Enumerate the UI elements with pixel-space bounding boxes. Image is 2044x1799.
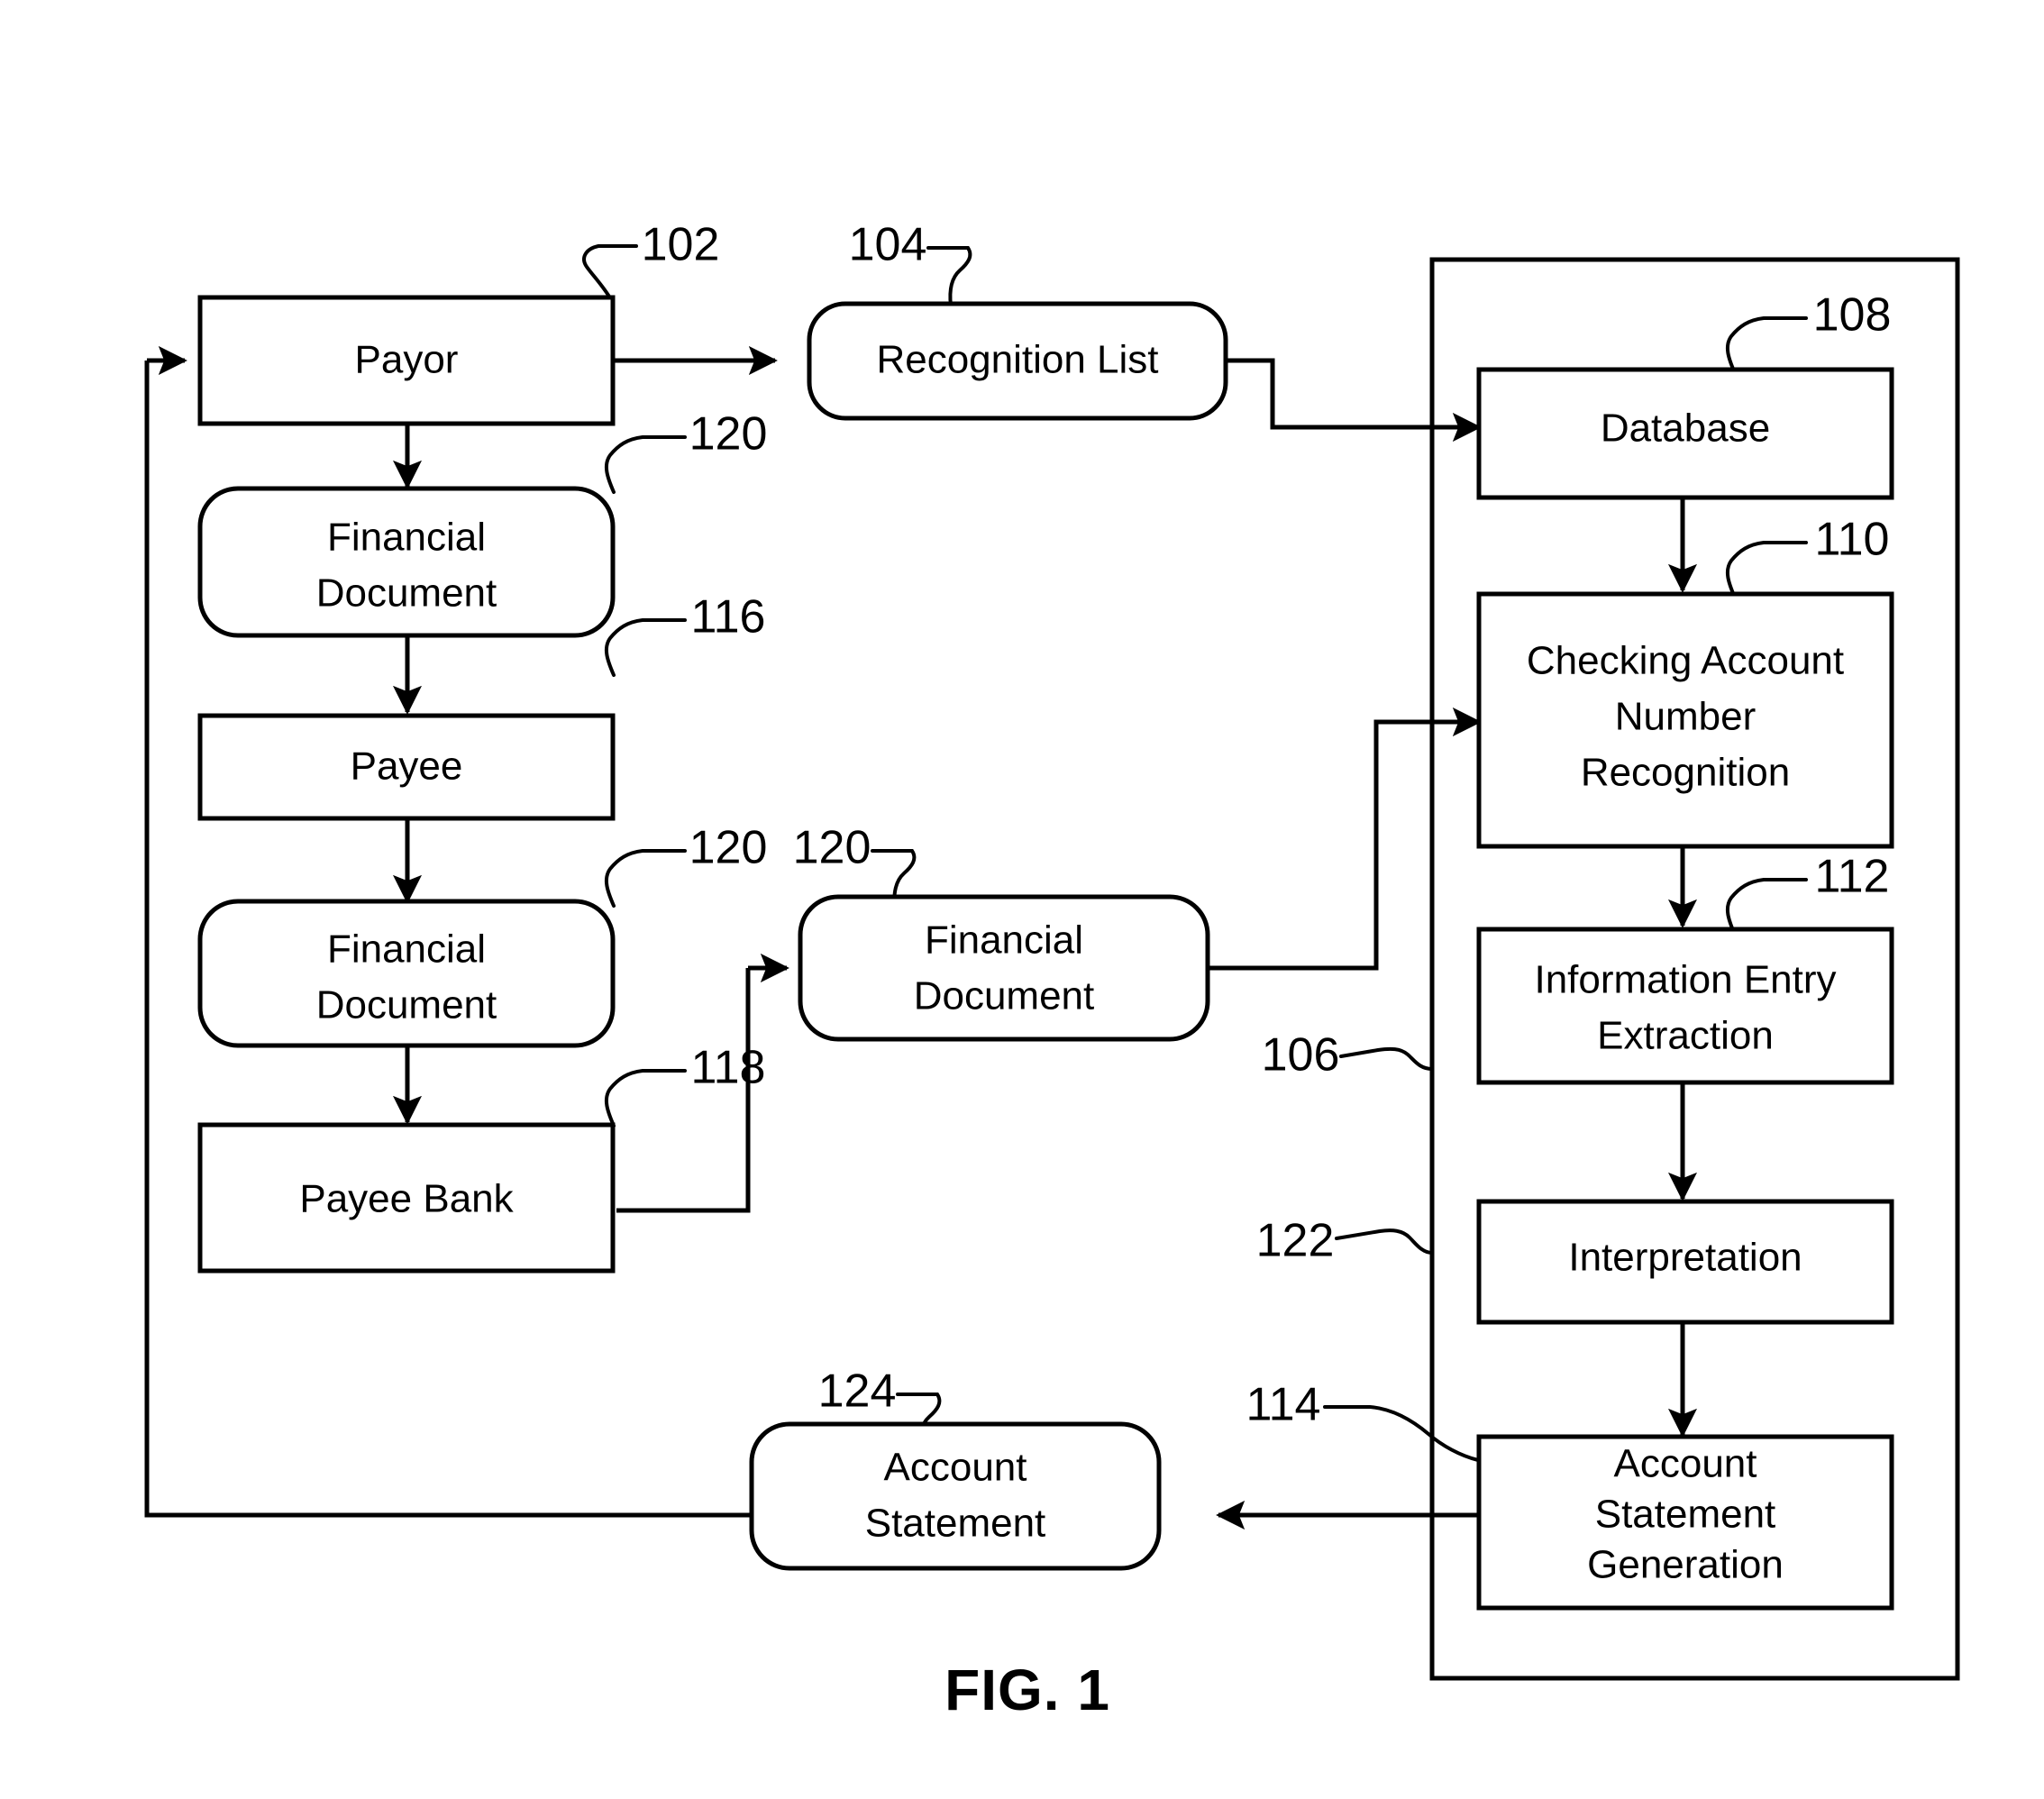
ref-numeral-120-mid: 120 <box>689 822 768 874</box>
box-financial-document-top-label-line1: Financial <box>327 516 486 560</box>
patent-figure: Payor Recognition List Financial Documen… <box>0 0 2044 1799</box>
leader-122 <box>1335 1228 1434 1255</box>
box-financial-document-center-label-line1: Financial <box>925 918 1083 963</box>
figure-caption: FIG. 1 <box>944 1657 1110 1722</box>
ref-numeral-116: 116 <box>691 591 766 644</box>
box-payee-label: Payee <box>351 744 463 789</box>
box-payor-label: Payor <box>355 338 459 382</box>
ref-numeral-112: 112 <box>1815 851 1890 903</box>
ref-numeral-102: 102 <box>642 219 720 271</box>
box-interpretation-label: Interpretation <box>1568 1236 1802 1280</box>
box-account-statement-generation-label-line3: Generation <box>1587 1543 1784 1587</box>
ref-numeral-120-top: 120 <box>689 408 768 461</box>
box-checking-account-label-line2: Number <box>1615 695 1757 739</box>
ref-numeral-122: 122 <box>1256 1215 1335 1267</box>
leader-114 <box>1323 1405 1480 1462</box>
box-information-entry-extraction-label-line1: Information Entry <box>1534 958 1836 1002</box>
leader-118 <box>604 1069 687 1128</box>
leader-112 <box>1725 878 1808 936</box>
connector-recognition-list-to-database-path <box>1225 358 1442 430</box>
box-account-statement-label-line1: Account <box>884 1446 1027 1490</box>
ref-numeral-120-center: 120 <box>793 822 871 874</box>
box-account-statement-generation-label-line1: Account <box>1614 1442 1757 1486</box>
connector-financial-document-center-to-checking-account-path <box>1205 719 1442 971</box>
box-payee-bank-label: Payee Bank <box>299 1177 514 1221</box>
leader-120-mid <box>604 849 687 908</box>
box-account-statement-label-line2: Statement <box>865 1502 1046 1546</box>
box-financial-document-top-label-line2: Document <box>316 571 497 616</box>
ref-numeral-110: 110 <box>1815 514 1890 566</box>
leader-102 <box>582 244 638 303</box>
ref-numeral-118: 118 <box>691 1042 766 1094</box>
leader-108 <box>1725 316 1808 375</box>
box-database-label: Database <box>1601 406 1770 451</box>
box-information-entry-extraction[interactable] <box>1476 927 1894 1085</box>
box-account-statement-generation-label-line2: Statement <box>1595 1493 1776 1537</box>
flow-diagram-canvas: Payor Recognition List Financial Documen… <box>144 219 1960 1722</box>
leader-120-top <box>604 435 687 494</box>
box-financial-document-mid-label-line2: Document <box>316 983 497 1027</box>
ref-numeral-114: 114 <box>1246 1379 1321 1431</box>
ref-numeral-106: 106 <box>1262 1029 1340 1082</box>
box-checking-account-label-line3: Recognition <box>1581 751 1790 795</box>
box-information-entry-extraction-label-line2: Extraction <box>1597 1014 1774 1058</box>
leader-104 <box>926 246 972 307</box>
leader-116 <box>604 618 687 677</box>
ref-numeral-124: 124 <box>818 1365 897 1418</box>
ref-numeral-104: 104 <box>849 219 927 271</box>
ref-numeral-108: 108 <box>1813 289 1892 342</box>
leader-106 <box>1339 1046 1434 1071</box>
box-financial-document-center-label-line2: Document <box>914 974 1095 1018</box>
box-financial-document-mid-label-line1: Financial <box>327 927 486 972</box>
box-checking-account-label-line1: Checking Account <box>1527 639 1844 683</box>
leader-110 <box>1725 541 1808 599</box>
box-recognition-list-label: Recognition List <box>876 338 1158 382</box>
